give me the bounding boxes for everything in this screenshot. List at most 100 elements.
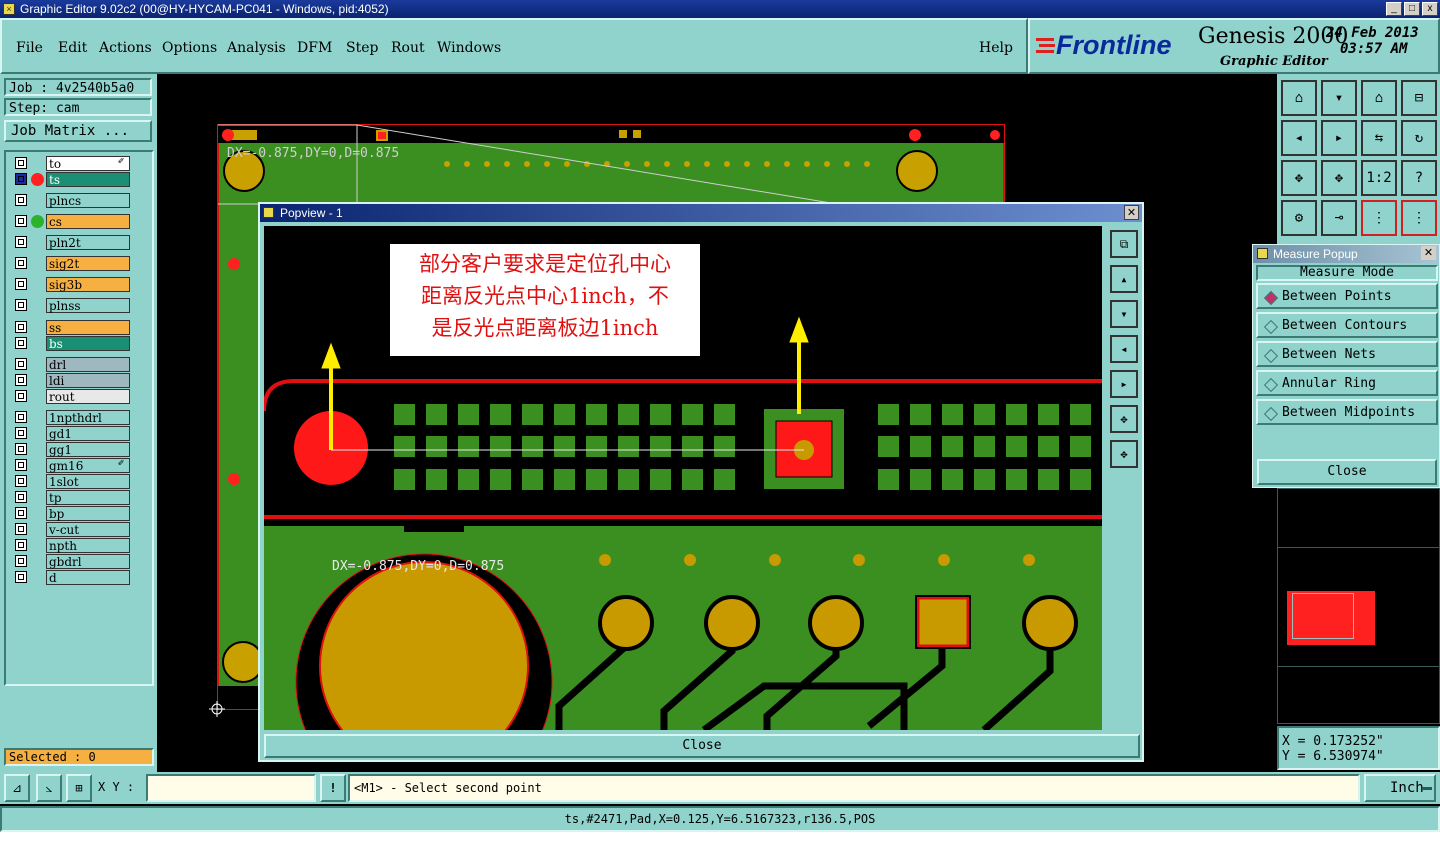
layer-checkbox[interactable]	[15, 278, 27, 290]
layer-row[interactable]: gd1	[14, 426, 130, 441]
layer-checkbox[interactable]	[15, 507, 27, 519]
measure-close-icon[interactable]: ✕	[1421, 246, 1436, 260]
mode-between-points[interactable]: Between Points	[1256, 283, 1438, 309]
layer-checkbox[interactable]	[15, 236, 27, 248]
measure-titlebar[interactable]: Measure Popup ✕	[1253, 245, 1439, 263]
layer-checkbox[interactable]	[15, 390, 27, 402]
layer-row[interactable]: ldi	[14, 373, 130, 388]
minimize-button[interactable]: _	[1386, 2, 1402, 16]
measure-close-button[interactable]: Close	[1257, 459, 1437, 485]
layer-checkbox[interactable]	[15, 555, 27, 567]
layer-row[interactable]: npth	[14, 538, 130, 553]
window-titlebar[interactable]: × Graphic Editor 9.02c2 (00@HY-HYCAM-PC0…	[0, 0, 1440, 18]
zoom-center-icon[interactable]: ✥	[1321, 160, 1357, 196]
mode-between-midpoints[interactable]: Between Midpoints	[1256, 399, 1438, 425]
layer-checkbox[interactable]	[15, 321, 27, 333]
layer-checkbox[interactable]	[15, 411, 27, 423]
overview-panel[interactable]	[1277, 488, 1440, 724]
layer-row[interactable]: bp	[14, 506, 130, 521]
layer-row[interactable]: ts	[14, 172, 130, 187]
snap-icon[interactable]: ⚙	[1281, 200, 1317, 236]
alert-icon[interactable]: !	[320, 774, 346, 802]
layer-row[interactable]: drl	[14, 357, 130, 372]
snap-center-icon[interactable]: ⊞	[66, 774, 92, 802]
layer-row[interactable]: 1slot	[14, 474, 130, 489]
layer-checkbox[interactable]	[15, 194, 27, 206]
pan-down-icon[interactable]: ▾	[1321, 80, 1357, 116]
layer-row[interactable]: plnss	[14, 298, 130, 313]
popview-titlebar[interactable]: Popview - 1 ✕	[260, 204, 1142, 222]
layer-checkbox[interactable]	[15, 523, 27, 535]
window-view-icon[interactable]: ⊟	[1401, 80, 1437, 116]
zoom-window-icon[interactable]: ⧉	[1110, 230, 1138, 258]
layer-row[interactable]: pln2t	[14, 235, 130, 250]
layer-checkbox[interactable]	[15, 157, 27, 169]
mirror-icon[interactable]: ⇆	[1361, 120, 1397, 156]
zoom-fit-icon[interactable]: ✥	[1110, 405, 1138, 433]
measure-icon[interactable]: ⋮	[1361, 200, 1397, 236]
net-icon[interactable]: ⋮	[1401, 200, 1437, 236]
pan-left-icon[interactable]: ◂	[1110, 335, 1138, 363]
layer-row[interactable]: to ✐	[14, 156, 130, 171]
zoom-fit-icon[interactable]: ✥	[1281, 160, 1317, 196]
layer-row[interactable]: gbdrl	[14, 554, 130, 569]
layer-checkbox[interactable]	[15, 257, 27, 269]
layer-checkbox[interactable]	[15, 358, 27, 370]
layer-row[interactable]: sig2t	[14, 256, 130, 271]
popview-close-button[interactable]: Close	[264, 734, 1140, 758]
close-window-button[interactable]: x	[1422, 2, 1438, 16]
menu-analysis[interactable]: Analysis	[227, 40, 286, 56]
layer-row[interactable]: sig3b	[14, 277, 130, 292]
pan-left-icon[interactable]: ◂	[1281, 120, 1317, 156]
snap-grid-icon[interactable]: ⊿	[4, 774, 30, 802]
popview-close-icon[interactable]: ✕	[1124, 205, 1139, 220]
menu-edit[interactable]: Edit	[58, 40, 87, 56]
layer-row[interactable]: ss	[14, 320, 130, 335]
xy-input[interactable]	[146, 774, 316, 802]
layer-checkbox[interactable]	[15, 571, 27, 583]
mode-annular-ring[interactable]: Annular Ring	[1256, 370, 1438, 396]
layer-row[interactable]: v-cut	[14, 522, 130, 537]
layer-row[interactable]: 1npthdrl	[14, 410, 130, 425]
overview-viewport[interactable]	[1292, 593, 1354, 639]
zoom-ratio-button[interactable]: 1:2	[1361, 160, 1397, 196]
layer-checkbox[interactable]	[15, 215, 27, 227]
layer-checkbox[interactable]	[15, 299, 27, 311]
layer-row[interactable]: gm16 ✐	[14, 458, 130, 473]
layer-row[interactable]: tp	[14, 490, 130, 505]
pan-right-icon[interactable]: ▸	[1321, 120, 1357, 156]
layer-checkbox[interactable]	[15, 443, 27, 455]
pan-up-icon[interactable]: ▴	[1110, 265, 1138, 293]
layer-row[interactable]: plncs	[14, 193, 130, 208]
snap-angle-icon[interactable]: ⦣	[36, 774, 62, 802]
layer-checkbox[interactable]	[15, 337, 27, 349]
pan-right-icon[interactable]: ▸	[1110, 370, 1138, 398]
zoom-home-icon[interactable]: ⌂	[1281, 80, 1317, 116]
layer-checkbox[interactable]	[15, 427, 27, 439]
layer-checkbox[interactable]	[15, 491, 27, 503]
layer-row[interactable]: cs	[14, 214, 130, 229]
help-icon[interactable]: ?	[1401, 160, 1437, 196]
layer-row[interactable]: d	[14, 570, 130, 585]
mode-between-nets[interactable]: Between Nets	[1256, 341, 1438, 367]
job-matrix-button[interactable]: Job Matrix ...	[4, 120, 152, 142]
layer-checkbox[interactable]	[15, 374, 27, 386]
menu-step[interactable]: Step	[346, 40, 378, 56]
menu-help[interactable]: Help	[979, 40, 1013, 56]
layer-row[interactable]: bs	[14, 336, 130, 351]
maximize-button[interactable]: □	[1404, 2, 1420, 16]
menu-options[interactable]: Options	[162, 40, 217, 56]
menu-dfm[interactable]: DFM	[297, 40, 332, 56]
layer-row[interactable]: rout	[14, 389, 130, 404]
probe-icon[interactable]: ⊸	[1321, 200, 1357, 236]
layer-checkbox[interactable]	[15, 475, 27, 487]
menu-windows[interactable]: Windows	[437, 40, 501, 56]
layer-checkbox[interactable]	[15, 459, 27, 471]
mode-between-contours[interactable]: Between Contours	[1256, 312, 1438, 338]
pan-down-icon[interactable]: ▾	[1110, 300, 1138, 328]
menu-actions[interactable]: Actions	[99, 40, 152, 56]
zoom-center-icon[interactable]: ✥	[1110, 440, 1138, 468]
layer-checkbox[interactable]	[15, 539, 27, 551]
layer-row[interactable]: gg1	[14, 442, 130, 457]
home-view-icon[interactable]: ⌂	[1361, 80, 1397, 116]
